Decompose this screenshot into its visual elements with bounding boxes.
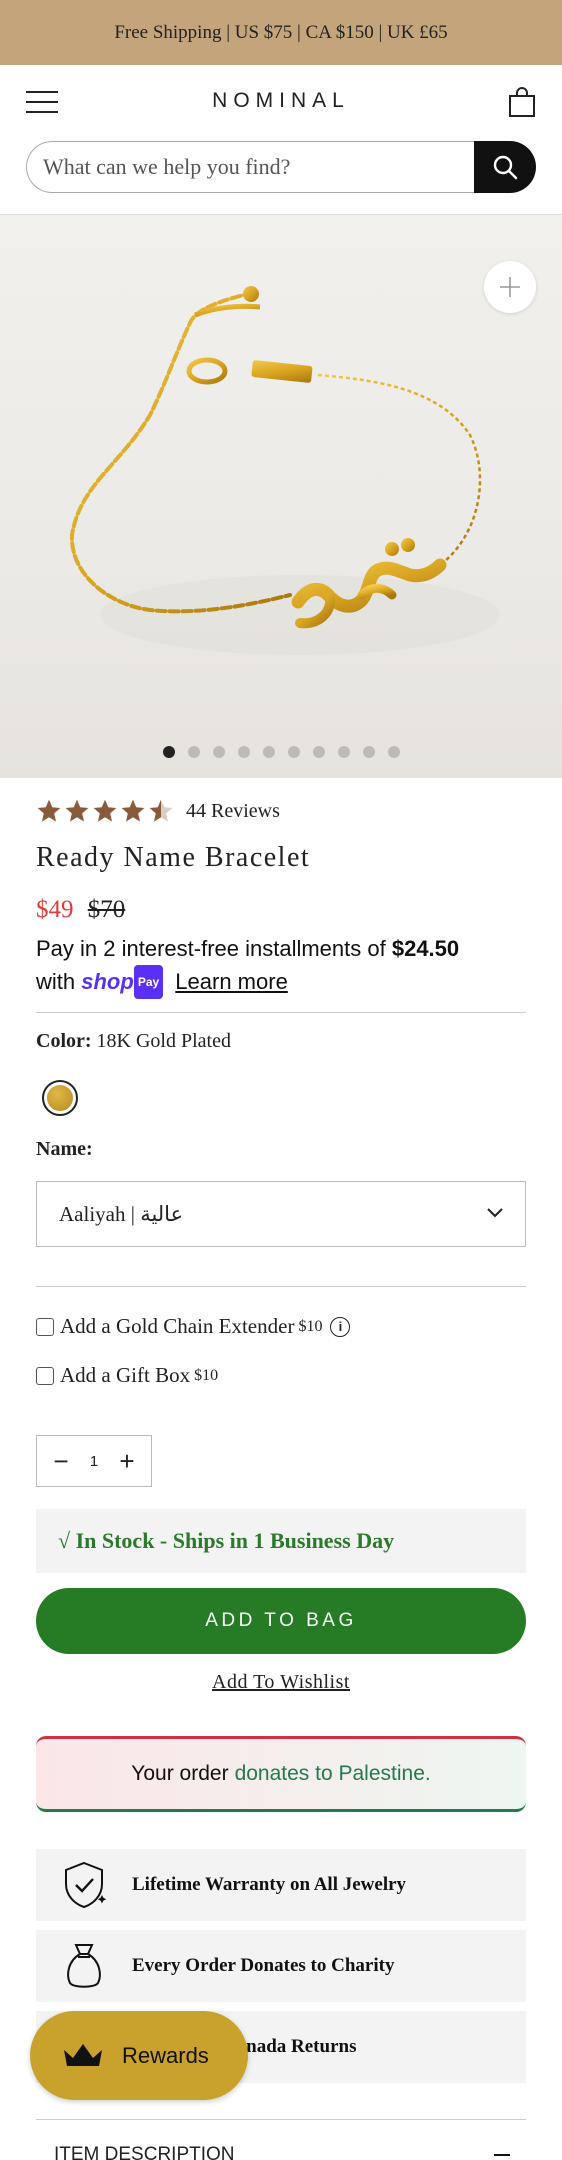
star-icon	[37, 799, 61, 822]
search-bar	[26, 141, 536, 193]
collapse-minus-icon[interactable]	[494, 2154, 510, 2156]
gallery-pagination	[0, 746, 562, 758]
search-button[interactable]	[474, 141, 536, 193]
star-icon	[121, 799, 145, 822]
divider	[36, 1286, 526, 1287]
perk-warranty: Lifetime Warranty on All Jewelry	[36, 1849, 526, 1921]
info-icon[interactable]: i	[330, 1316, 351, 1337]
gift-box-checkbox[interactable]	[36, 1366, 54, 1385]
search-input[interactable]	[26, 141, 474, 193]
zoom-button[interactable]	[484, 261, 536, 313]
search-icon	[493, 155, 518, 180]
stock-status: √ In Stock - Ships in 1 Business Day	[36, 1509, 526, 1573]
product-image	[69, 286, 500, 655]
name-select-value: Aaliyah | عالية	[59, 1201, 184, 1226]
brand-logo[interactable]: NOMINAL	[0, 89, 562, 113]
donation-accent: donates to Palestine.	[234, 1762, 431, 1785]
gallery-dot[interactable]	[212, 746, 225, 758]
gallery-dot[interactable]	[287, 746, 300, 758]
addon-chain-extender[interactable]: Add a Gold Chain Extender $10 i	[36, 1314, 351, 1339]
quantity-value[interactable]: 1	[90, 1453, 98, 1470]
shopping-bag-icon[interactable]	[508, 87, 536, 117]
announcement-bar: Free Shipping | US $75 | CA $150 | UK £6…	[0, 0, 562, 65]
addon-label: Add a Gold Chain Extender	[60, 1314, 295, 1338]
product-price: $49 $70	[36, 896, 125, 924]
sale-price: $49	[36, 896, 74, 923]
review-count[interactable]: 44 Reviews	[186, 800, 280, 823]
announcement-text: Free Shipping | US $75 | CA $150 | UK £6…	[114, 21, 448, 43]
gallery-dot[interactable]	[187, 746, 200, 758]
gallery-dot[interactable]	[312, 746, 325, 758]
addon-price: $10	[194, 1366, 219, 1384]
rewards-button[interactable]: Rewards	[30, 2011, 248, 2100]
star-icon	[65, 799, 89, 822]
color-swatch-gold[interactable]	[42, 1080, 78, 1116]
name-select[interactable]: Aaliyah | عالية	[36, 1181, 526, 1247]
increase-quantity-button[interactable]: +	[113, 1446, 141, 1476]
star-icon	[93, 799, 117, 822]
installments-amount: $24.50	[391, 936, 460, 961]
name-label: Name:	[36, 1138, 93, 1160]
shop-pay-badge: Pay	[133, 965, 164, 999]
shield-icon	[36, 1860, 132, 1910]
addon-price: $10	[298, 1317, 323, 1335]
gallery-dot[interactable]	[237, 746, 250, 758]
accordion-title: ITEM DESCRIPTION	[54, 2144, 235, 2160]
rewards-label: Rewards	[122, 2042, 209, 2068]
product-rating[interactable]: 44 Reviews	[36, 798, 280, 824]
color-value: 18K Gold Plated	[96, 1030, 231, 1052]
divider	[36, 1012, 526, 1013]
add-to-bag-button[interactable]: ADD TO BAG	[36, 1588, 526, 1654]
gallery-dot[interactable]	[362, 746, 375, 758]
site-header: NOMINAL	[0, 65, 562, 215]
donation-text: Your order	[131, 1762, 229, 1785]
addon-gift-box[interactable]: Add a Gift Box $10	[36, 1363, 218, 1388]
shop-pay-installments: Pay in 2 interest-free installments of $…	[36, 933, 526, 999]
decrease-quantity-button[interactable]: −	[47, 1446, 75, 1476]
rating-stars	[36, 798, 174, 824]
chevron-down-icon	[487, 1208, 503, 1218]
donation-bag-icon	[36, 1941, 132, 1991]
gallery-dot[interactable]	[262, 746, 275, 758]
addon-label: Add a Gift Box	[60, 1363, 191, 1387]
quantity-stepper: − 1 +	[36, 1435, 152, 1487]
chain-extender-checkbox[interactable]	[36, 1317, 54, 1336]
learn-more-link[interactable]: Learn more	[175, 969, 288, 994]
item-description-accordion[interactable]: ITEM DESCRIPTION	[36, 2119, 526, 2160]
color-label-title: Color:	[36, 1030, 92, 1052]
product-title: Ready Name Bracelet	[36, 842, 311, 873]
installments-with: with	[36, 969, 76, 994]
color-label: Color: 18K Gold Plated	[36, 1030, 231, 1053]
perk-label: Every Order Donates to Charity	[132, 1955, 395, 1976]
gallery-dot[interactable]	[162, 746, 175, 758]
original-price: $70	[87, 896, 126, 923]
product-image-gallery[interactable]	[0, 215, 562, 778]
crown-icon	[64, 2043, 102, 2066]
shop-pay-logo: shop	[81, 969, 134, 994]
perk-label: Lifetime Warranty on All Jewelry	[132, 1874, 407, 1895]
installments-text: Pay in 2 interest-free installments of	[36, 936, 386, 961]
donation-banner: Your order donates to Palestine.	[36, 1736, 526, 1812]
gallery-dot[interactable]	[337, 746, 350, 758]
plus-icon	[500, 277, 520, 297]
gallery-dot[interactable]	[387, 746, 400, 758]
perk-charity: Every Order Donates to Charity	[36, 1930, 526, 2002]
add-to-wishlist-link[interactable]: Add To Wishlist	[36, 1671, 526, 1694]
star-icon	[149, 799, 173, 822]
